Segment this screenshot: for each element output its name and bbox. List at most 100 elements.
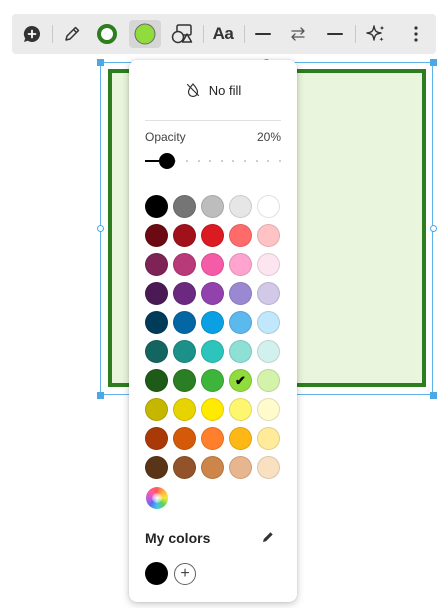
resize-handle[interactable] bbox=[430, 59, 437, 66]
color-palette-row bbox=[145, 311, 285, 334]
color-swatch[interactable] bbox=[257, 456, 280, 479]
color-swatch[interactable] bbox=[257, 282, 280, 305]
color-swatch[interactable] bbox=[229, 456, 252, 479]
my-color-swatch[interactable] bbox=[145, 562, 168, 585]
color-swatch[interactable] bbox=[145, 340, 168, 363]
color-swatch[interactable] bbox=[229, 311, 252, 334]
line-end-button[interactable] bbox=[323, 20, 347, 48]
color-swatch[interactable] bbox=[229, 253, 252, 276]
color-swatch[interactable] bbox=[257, 398, 280, 421]
color-swatch[interactable] bbox=[257, 340, 280, 363]
add-comment-button[interactable] bbox=[20, 20, 44, 48]
color-palette-row bbox=[145, 253, 285, 276]
color-swatch[interactable] bbox=[145, 311, 168, 334]
color-swatch[interactable] bbox=[201, 369, 224, 392]
shape-button[interactable] bbox=[167, 20, 197, 48]
color-swatch[interactable] bbox=[257, 369, 280, 392]
color-swatch[interactable] bbox=[145, 456, 168, 479]
color-swatch[interactable] bbox=[173, 427, 196, 450]
edit-my-colors-button[interactable] bbox=[261, 530, 275, 549]
comment-plus-icon bbox=[23, 25, 41, 42]
color-swatch[interactable] bbox=[173, 398, 196, 421]
color-swatch[interactable] bbox=[201, 427, 224, 450]
shapes-icon bbox=[171, 24, 193, 44]
dash-icon bbox=[327, 33, 343, 35]
resize-handle[interactable] bbox=[430, 392, 437, 399]
color-swatch[interactable] bbox=[145, 398, 168, 421]
color-swatch[interactable] bbox=[173, 224, 196, 247]
color-swatch[interactable] bbox=[229, 224, 252, 247]
ring-icon bbox=[97, 24, 117, 44]
slider-tick bbox=[220, 160, 223, 162]
color-swatch[interactable] bbox=[201, 456, 224, 479]
color-swatch[interactable] bbox=[145, 369, 168, 392]
color-swatch[interactable] bbox=[201, 340, 224, 363]
border-color-button[interactable] bbox=[92, 20, 122, 48]
no-fill-button[interactable]: No fill bbox=[129, 78, 297, 102]
color-swatch[interactable] bbox=[173, 195, 196, 218]
no-fill-droplet-icon bbox=[186, 83, 199, 98]
color-palette-row bbox=[145, 282, 285, 305]
color-swatch[interactable] bbox=[201, 195, 224, 218]
text-format-button[interactable]: Aa bbox=[209, 20, 237, 48]
color-swatch[interactable] bbox=[173, 311, 196, 334]
add-color-button[interactable]: + bbox=[174, 563, 196, 585]
color-swatch[interactable] bbox=[145, 195, 168, 218]
color-swatch[interactable]: ✔ bbox=[229, 369, 252, 392]
color-swatch[interactable] bbox=[201, 311, 224, 334]
color-palette: ✔ bbox=[145, 195, 285, 485]
pen-button[interactable] bbox=[60, 20, 84, 48]
color-swatch[interactable] bbox=[173, 456, 196, 479]
color-swatch[interactable] bbox=[229, 282, 252, 305]
resize-handle[interactable] bbox=[97, 225, 104, 232]
color-swatch[interactable] bbox=[201, 282, 224, 305]
resize-handle[interactable] bbox=[430, 225, 437, 232]
slider-tick bbox=[255, 160, 258, 162]
color-palette-row bbox=[145, 398, 285, 421]
line-start-button[interactable] bbox=[251, 20, 275, 48]
color-swatch[interactable] bbox=[145, 427, 168, 450]
color-swatch[interactable] bbox=[201, 253, 224, 276]
color-swatch[interactable] bbox=[201, 398, 224, 421]
color-swatch[interactable] bbox=[229, 427, 252, 450]
color-swatch[interactable] bbox=[173, 340, 196, 363]
color-swatch[interactable] bbox=[229, 195, 252, 218]
color-swatch[interactable] bbox=[229, 398, 252, 421]
my-colors-heading: My colors bbox=[145, 530, 211, 546]
toolbar-separator bbox=[203, 25, 204, 43]
color-swatch[interactable] bbox=[257, 224, 280, 247]
color-swatch[interactable] bbox=[257, 427, 280, 450]
slider-tick bbox=[244, 160, 247, 162]
color-swatch[interactable] bbox=[229, 340, 252, 363]
opacity-value: 20% bbox=[256, 130, 281, 144]
toolbar-separator bbox=[52, 25, 53, 43]
toolbar: Aa bbox=[12, 14, 436, 54]
opacity-label: Opacity bbox=[145, 130, 186, 144]
color-swatch[interactable] bbox=[257, 311, 280, 334]
color-swatch[interactable] bbox=[201, 224, 224, 247]
color-swatch[interactable] bbox=[173, 369, 196, 392]
opacity-slider-fill bbox=[145, 160, 159, 162]
custom-color-wheel-icon[interactable] bbox=[146, 487, 168, 509]
color-swatch[interactable] bbox=[257, 195, 280, 218]
slider-tick bbox=[197, 160, 200, 162]
resize-handle[interactable] bbox=[97, 59, 104, 66]
pencil-icon bbox=[263, 532, 273, 542]
slider-tick bbox=[232, 160, 235, 162]
fill-color-button[interactable] bbox=[129, 20, 161, 48]
color-swatch[interactable] bbox=[145, 224, 168, 247]
swap-button[interactable] bbox=[286, 20, 310, 48]
color-swatch[interactable] bbox=[145, 253, 168, 276]
more-button[interactable] bbox=[404, 20, 428, 48]
color-palette-row bbox=[145, 195, 285, 218]
opacity-slider-thumb[interactable] bbox=[158, 153, 175, 169]
resize-handle[interactable] bbox=[97, 392, 104, 399]
color-swatch[interactable] bbox=[257, 253, 280, 276]
color-swatch[interactable] bbox=[145, 282, 168, 305]
ai-button[interactable] bbox=[363, 20, 389, 48]
swap-arrows-icon bbox=[291, 27, 305, 41]
color-swatch[interactable] bbox=[173, 253, 196, 276]
color-palette-row bbox=[145, 427, 285, 450]
opacity-slider[interactable] bbox=[145, 152, 281, 170]
color-swatch[interactable] bbox=[173, 282, 196, 305]
